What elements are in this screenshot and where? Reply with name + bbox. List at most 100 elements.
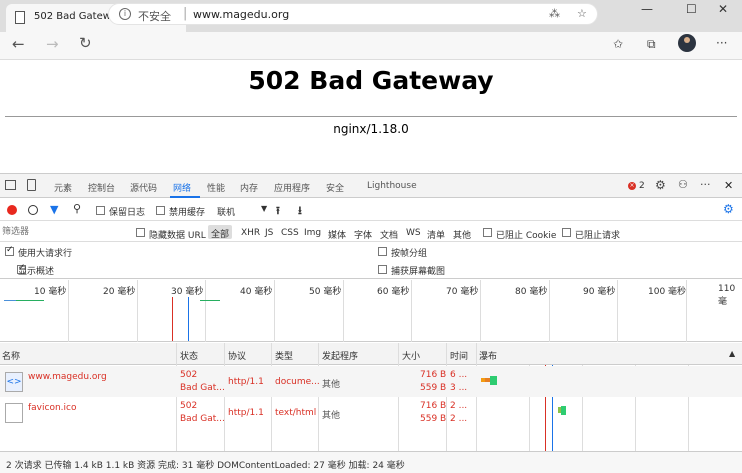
filter-other[interactable]: 其他: [453, 228, 471, 241]
tab-security[interactable]: 安全: [326, 181, 344, 194]
table-row[interactable]: [0, 397, 742, 428]
filter-funnel-icon[interactable]: ▼: [50, 203, 58, 216]
filter-js[interactable]: JS: [265, 228, 273, 238]
clear-icon[interactable]: [28, 205, 38, 215]
filter-media[interactable]: 媒体: [328, 228, 346, 241]
timeline-gridline: [686, 280, 687, 342]
size-resource: 559 B: [420, 383, 447, 393]
disable-cache-label: 禁用缓存: [169, 208, 206, 218]
status-text: Bad Gat...: [180, 414, 225, 424]
waterfall-download-bar: [561, 406, 566, 415]
close-window-icon[interactable]: ✕: [718, 2, 728, 16]
blocked-cookies-checkbox[interactable]: [483, 228, 492, 237]
hide-data-url-checkbox[interactable]: [136, 228, 145, 237]
reload-icon[interactable]: ↻: [79, 34, 92, 52]
forward-icon[interactable]: →: [46, 35, 59, 53]
resource-type: text/html: [275, 408, 317, 418]
capture-screenshots-checkbox[interactable]: [378, 265, 387, 274]
import-har-icon[interactable]: ⭱: [276, 202, 280, 221]
page-title: 502 Bad Gateway: [248, 66, 494, 95]
tab-performance[interactable]: 性能: [207, 181, 225, 194]
tab-network[interactable]: 网络: [173, 181, 191, 194]
blocked-requests-label: 已阻止请求: [575, 231, 621, 241]
settings-gear-icon[interactable]: ⚙: [655, 178, 666, 192]
device-toolbar-icon[interactable]: [27, 179, 36, 191]
close-devtools-icon[interactable]: ✕: [724, 179, 733, 192]
filter-font[interactable]: 字体: [354, 228, 372, 241]
domcontentloaded-marker: [188, 297, 189, 341]
col-initiator[interactable]: 发起程序: [322, 349, 358, 362]
col-size[interactable]: 大小: [402, 349, 420, 362]
col-status[interactable]: 状态: [180, 349, 198, 362]
filter-doc[interactable]: 文档: [380, 228, 398, 241]
favorite-star-icon[interactable]: ☆: [577, 7, 587, 20]
timeline-gridline: [274, 280, 275, 342]
back-icon[interactable]: ←: [12, 35, 25, 53]
inspect-element-icon[interactable]: [5, 180, 16, 190]
col-name[interactable]: 名称: [2, 349, 20, 362]
filter-xhr[interactable]: XHR: [241, 228, 260, 238]
minimize-icon[interactable]: —: [641, 2, 653, 16]
large-rows-label: 使用大请求行: [18, 249, 73, 259]
more-icon[interactable]: ···: [716, 36, 727, 50]
resource-type: docume...: [275, 377, 320, 387]
url-text[interactable]: www.magedu.org: [193, 8, 289, 21]
tab-elements[interactable]: 元素: [54, 181, 72, 194]
tab-console[interactable]: 控制台: [88, 181, 115, 194]
table-row[interactable]: [0, 366, 742, 397]
maximize-icon[interactable]: ☐: [686, 2, 697, 16]
network-summary: 2 次请求 已传输 1.4 kB 1.1 kB 资源 完成: 31 毫秒 DOM…: [6, 461, 405, 471]
feedback-icon[interactable]: ⚇: [678, 178, 688, 191]
status-text: Bad Gat...: [180, 383, 225, 393]
export-har-icon[interactable]: ⭳: [298, 202, 302, 221]
timeline-gridline: [617, 280, 618, 342]
time-total: 6 ...: [450, 370, 468, 380]
col-type[interactable]: 类型: [275, 349, 293, 362]
size-transferred: 716 B: [420, 370, 447, 380]
address-input[interactable]: i 不安全 | www.magedu.org ⁂ ☆: [108, 3, 598, 25]
filter-ws[interactable]: WS: [406, 228, 421, 238]
translate-icon[interactable]: ⁂: [549, 7, 560, 20]
info-icon[interactable]: i: [119, 8, 131, 20]
network-settings-icon[interactable]: ⚙: [723, 202, 734, 216]
avatar[interactable]: [678, 34, 696, 52]
error-icon[interactable]: ×: [628, 182, 636, 190]
filter-img[interactable]: Img: [304, 228, 321, 238]
disable-cache-checkbox[interactable]: [156, 206, 165, 215]
tab-sources[interactable]: 源代码: [130, 181, 157, 194]
error-count[interactable]: 2: [639, 181, 645, 191]
sort-arrow-icon[interactable]: ▲: [729, 349, 735, 358]
throttle-dropdown-icon[interactable]: ▼: [261, 204, 267, 213]
tab-memory[interactable]: 内存: [240, 181, 258, 194]
tab-application[interactable]: 应用程序: [274, 181, 310, 194]
more-options-icon[interactable]: ···: [700, 178, 711, 191]
blocked-requests-checkbox[interactable]: [562, 228, 571, 237]
favorites-icon[interactable]: ✩: [613, 37, 623, 51]
timeline-gridline: [68, 280, 69, 342]
filter-all[interactable]: 全部: [208, 225, 233, 240]
record-icon[interactable]: [7, 205, 17, 215]
filter-input[interactable]: [2, 225, 126, 239]
large-rows-checkbox[interactable]: [5, 245, 14, 256]
col-waterfall[interactable]: 瀑布: [479, 349, 497, 362]
group-by-frame-checkbox[interactable]: [378, 247, 387, 256]
tab-lighthouse[interactable]: Lighthouse: [367, 181, 417, 191]
timeline-gridline: [549, 280, 550, 342]
page-icon: [15, 11, 25, 24]
network-options: [0, 243, 742, 279]
filter-css[interactable]: CSS: [281, 228, 299, 238]
filter-manifest[interactable]: 清单: [427, 228, 445, 241]
blocked-cookies-label: 已阻止 Cookie: [496, 231, 557, 241]
col-protocol[interactable]: 协议: [228, 349, 246, 362]
timeline-label: 100 毫秒: [648, 287, 687, 297]
initiator: 其他: [322, 411, 341, 421]
request-name[interactable]: www.magedu.org: [28, 372, 107, 382]
throttle-select[interactable]: 联机: [217, 205, 235, 218]
collections-icon[interactable]: ⧉: [647, 37, 656, 52]
search-icon[interactable]: ⚲: [73, 202, 81, 215]
timeline-gridline: [480, 280, 481, 342]
col-time[interactable]: 时间: [450, 349, 468, 362]
timeline-gridline: [137, 280, 138, 342]
preserve-log-checkbox[interactable]: [96, 206, 105, 215]
request-name[interactable]: favicon.ico: [28, 403, 77, 413]
